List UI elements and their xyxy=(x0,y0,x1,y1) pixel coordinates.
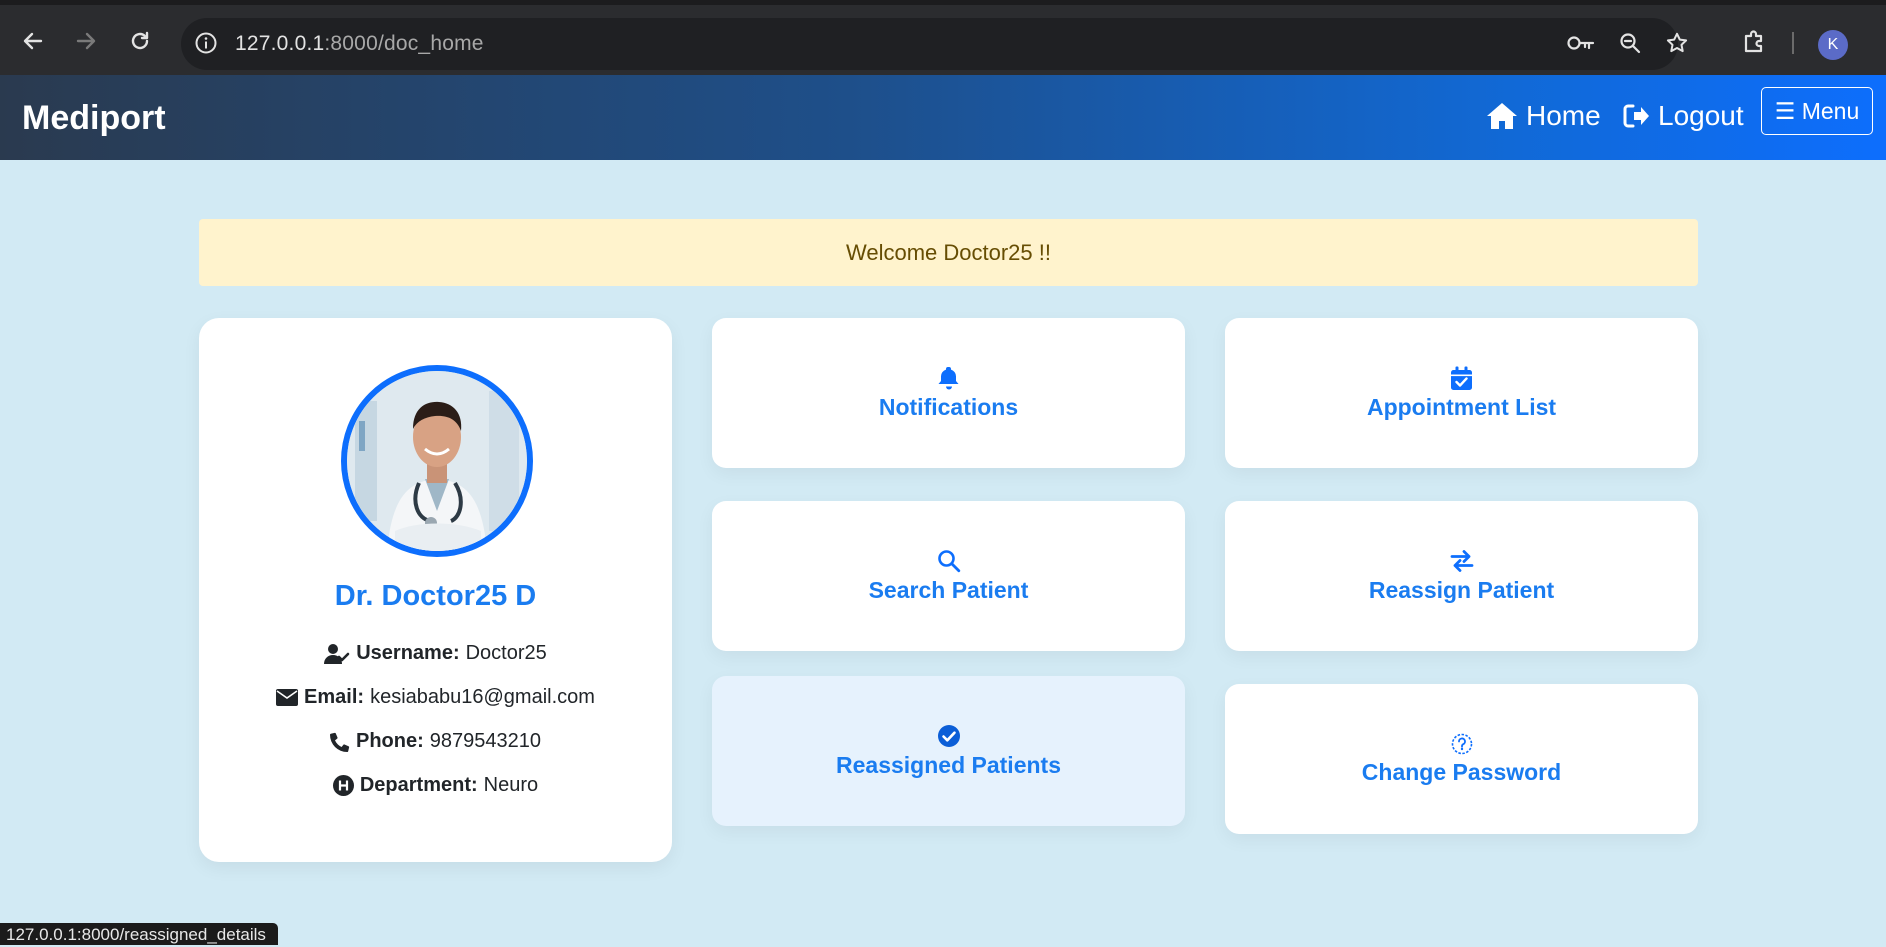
address-bar[interactable]: 127.0.0.1:8000/doc_home xyxy=(181,18,1688,70)
envelope-icon xyxy=(276,689,299,706)
hospital-icon xyxy=(332,775,354,796)
menu-button[interactable]: ☰ Menu xyxy=(1761,87,1873,135)
question-circle-icon xyxy=(1451,733,1472,754)
toolbar-divider xyxy=(1792,32,1794,54)
phone-icon xyxy=(329,732,350,752)
notifications-tile[interactable]: Notifications xyxy=(712,318,1185,468)
profile-avatar[interactable]: K xyxy=(1818,30,1848,60)
reassigned-patients-tile[interactable]: Reassigned Patients xyxy=(712,676,1185,826)
arrow-right-icon xyxy=(76,32,96,50)
bookmark-star-icon[interactable] xyxy=(1665,31,1689,60)
email-label: Email: xyxy=(304,686,365,708)
nav-home-label: Home xyxy=(1526,100,1601,131)
username-label: Username: xyxy=(356,642,460,664)
phone-value: 9879543210 xyxy=(429,730,541,752)
department-value: Neuro xyxy=(483,774,539,796)
username-value: Doctor25 xyxy=(465,642,547,664)
doctor-avatar xyxy=(341,365,533,557)
bell-icon xyxy=(938,366,958,389)
url-text: 127.0.0.1:8000/doc_home xyxy=(235,32,484,55)
change-password-label: Change Password xyxy=(1361,758,1562,785)
key-icon[interactable] xyxy=(1566,31,1596,60)
zoom-icon[interactable] xyxy=(1618,31,1642,60)
search-icon xyxy=(937,549,960,572)
calendar-check-icon xyxy=(1451,366,1472,390)
phone-label: Phone: xyxy=(355,730,424,752)
reassign-patient-tile[interactable]: Reassign Patient xyxy=(1225,501,1698,651)
appointment-list-tile[interactable]: Appointment List xyxy=(1225,318,1698,468)
reassign-patient-label: Reassign Patient xyxy=(1368,576,1555,603)
arrows-exchange-icon xyxy=(1450,549,1473,572)
phone-row: Phone: 9879543210 xyxy=(199,730,672,753)
email-value: kesiababu16@gmail.com xyxy=(370,686,595,708)
nav-home-link[interactable]: Home xyxy=(1486,100,1601,132)
notifications-label: Notifications xyxy=(878,393,1019,420)
link-status-bar: 127.0.0.1:8000/reassigned_details xyxy=(0,923,278,945)
back-button[interactable] xyxy=(17,25,49,57)
change-password-tile[interactable]: Change Password xyxy=(1225,684,1698,834)
user-icon xyxy=(324,643,350,664)
email-row: Email: kesiababu16@gmail.com xyxy=(199,686,672,709)
brand-logo[interactable]: Mediport xyxy=(22,99,166,138)
check-circle-icon xyxy=(937,724,960,747)
puzzle-icon xyxy=(1744,30,1763,53)
doctor-profile-card: Dr. Doctor25 D Username: Doctor25 Email:… xyxy=(199,318,672,862)
extensions-button[interactable] xyxy=(1738,25,1770,57)
nav-logout-link[interactable]: Logout xyxy=(1622,100,1744,132)
arrow-left-icon xyxy=(23,32,43,50)
nav-logout-label: Logout xyxy=(1658,100,1744,131)
search-patient-label: Search Patient xyxy=(868,576,1029,603)
doctor-name: Dr. Doctor25 D xyxy=(334,580,537,612)
reassigned-patients-label: Reassigned Patients xyxy=(836,751,1061,778)
logout-icon xyxy=(1623,104,1649,128)
search-patient-tile[interactable]: Search Patient xyxy=(712,501,1185,651)
username-row: Username: Doctor25 xyxy=(199,642,672,665)
app-navbar: Mediport Home Logout ☰ Menu xyxy=(0,75,1886,160)
browser-toolbar: 127.0.0.1:8000/doc_home K xyxy=(0,0,1886,75)
forward-button[interactable] xyxy=(70,25,102,57)
department-row: Department: Neuro xyxy=(199,774,672,797)
reload-button[interactable] xyxy=(124,25,156,57)
home-icon xyxy=(1487,103,1517,129)
appointment-list-label: Appointment List xyxy=(1366,393,1557,420)
department-label: Department: xyxy=(359,774,478,796)
site-info-icon[interactable] xyxy=(194,31,218,60)
welcome-alert: Welcome Doctor25 !! xyxy=(199,219,1698,286)
reload-icon xyxy=(131,31,149,50)
